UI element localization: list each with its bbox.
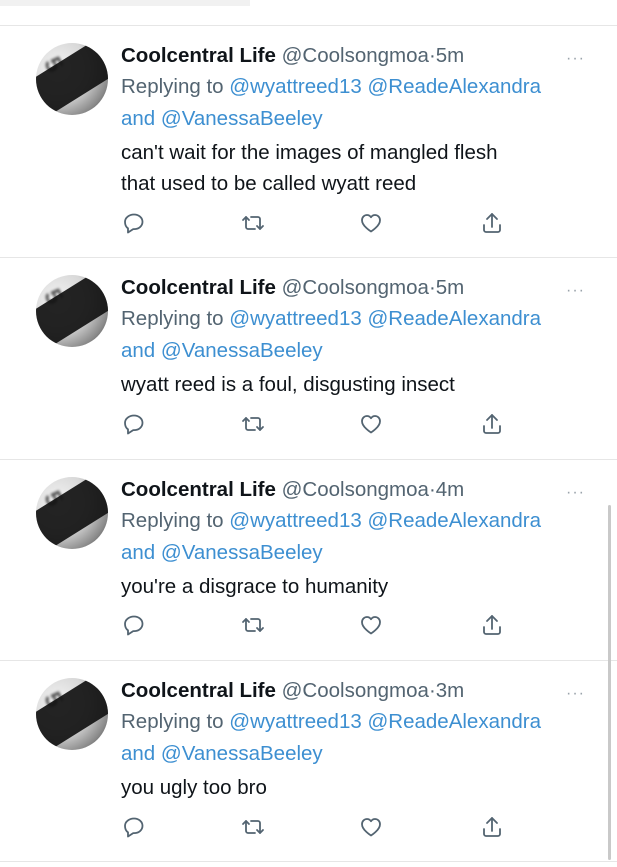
tweet-divider bbox=[0, 861, 617, 862]
tweet-content: Coolcentral Life @Coolsongmoa·4m Replyin… bbox=[121, 475, 591, 602]
tweet[interactable]: 5 Coolcentral Life @Coolsongmoa·5m Reply… bbox=[0, 26, 617, 258]
mention-link[interactable]: @ReadeAlexandra bbox=[367, 509, 541, 532]
tweet-text-line: you ugly too bro bbox=[121, 776, 267, 799]
timestamp[interactable]: 5m bbox=[436, 44, 464, 67]
tweet-text: you're a disgrace to humanity bbox=[121, 571, 591, 602]
tweet[interactable]: 5 Coolcentral Life @Coolsongmoa·4m Reply… bbox=[0, 460, 617, 661]
retweet-icon[interactable] bbox=[241, 815, 269, 843]
and-text: and bbox=[121, 742, 156, 765]
mention-link[interactable]: @wyattreed13 bbox=[229, 307, 362, 330]
tweet-text: you ugly too bro bbox=[121, 772, 591, 803]
more-options-icon[interactable]: ··· bbox=[566, 484, 585, 502]
avatar[interactable]: 5 bbox=[36, 275, 108, 347]
scrollbar[interactable] bbox=[608, 505, 611, 860]
top-partial-strip bbox=[0, 0, 250, 6]
tweet-header: Coolcentral Life @Coolsongmoa·5m bbox=[121, 41, 591, 71]
handle[interactable]: @Coolsongmoa bbox=[282, 44, 429, 67]
like-icon[interactable] bbox=[359, 613, 387, 641]
reply-icon[interactable] bbox=[122, 613, 150, 641]
share-icon[interactable] bbox=[480, 815, 508, 843]
time-separator: · bbox=[428, 679, 436, 702]
tweet-text-line: can't wait for the images of mangled fle… bbox=[121, 141, 498, 164]
replying-prefix: Replying to bbox=[121, 509, 224, 532]
like-icon[interactable] bbox=[359, 815, 387, 843]
timestamp[interactable]: 5m bbox=[436, 276, 464, 299]
mention-link[interactable]: @ReadeAlexandra bbox=[367, 307, 541, 330]
and-text: and bbox=[121, 107, 156, 130]
handle[interactable]: @Coolsongmoa bbox=[282, 478, 429, 501]
mention-link[interactable]: @ReadeAlexandra bbox=[367, 710, 541, 733]
mention-link[interactable]: @VanessaBeeley bbox=[161, 541, 323, 564]
reply-icon[interactable] bbox=[122, 211, 150, 239]
and-text: and bbox=[121, 339, 156, 362]
display-name[interactable]: Coolcentral Life bbox=[121, 478, 276, 501]
replying-to: Replying to @wyattreed13 @ReadeAlexandra… bbox=[121, 303, 591, 367]
avatar[interactable]: 5 bbox=[36, 477, 108, 549]
display-name[interactable]: Coolcentral Life bbox=[121, 44, 276, 67]
more-options-icon[interactable]: ··· bbox=[566, 50, 585, 68]
retweet-icon[interactable] bbox=[241, 211, 269, 239]
tweet-header: Coolcentral Life @Coolsongmoa·3m bbox=[121, 676, 591, 706]
and-text: and bbox=[121, 541, 156, 564]
mention-link[interactable]: @ReadeAlexandra bbox=[367, 75, 541, 98]
display-name[interactable]: Coolcentral Life bbox=[121, 679, 276, 702]
mention-link[interactable]: @VanessaBeeley bbox=[161, 339, 323, 362]
tweet-text: can't wait for the images of mangled fle… bbox=[121, 137, 591, 199]
mention-link[interactable]: @wyattreed13 bbox=[229, 75, 362, 98]
mention-link[interactable]: @wyattreed13 bbox=[229, 710, 362, 733]
timestamp[interactable]: 3m bbox=[436, 679, 464, 702]
mention-link[interactable]: @VanessaBeeley bbox=[161, 742, 323, 765]
retweet-icon[interactable] bbox=[241, 412, 269, 440]
replying-prefix: Replying to bbox=[121, 75, 224, 98]
tweet-content: Coolcentral Life @Coolsongmoa·3m Replyin… bbox=[121, 676, 591, 803]
handle[interactable]: @Coolsongmoa bbox=[282, 276, 429, 299]
share-icon[interactable] bbox=[480, 412, 508, 440]
tweet-content: Coolcentral Life @Coolsongmoa·5m Replyin… bbox=[121, 41, 591, 199]
like-icon[interactable] bbox=[359, 211, 387, 239]
time-separator: · bbox=[428, 276, 436, 299]
more-options-icon[interactable]: ··· bbox=[566, 685, 585, 703]
mention-link[interactable]: @wyattreed13 bbox=[229, 509, 362, 532]
tweet-text: wyatt reed is a foul, disgusting insect bbox=[121, 369, 591, 400]
tweet[interactable]: 5 Coolcentral Life @Coolsongmoa·5m Reply… bbox=[0, 258, 617, 460]
tweet-header: Coolcentral Life @Coolsongmoa·4m bbox=[121, 475, 591, 505]
more-options-icon[interactable]: ··· bbox=[566, 282, 585, 300]
time-separator: · bbox=[428, 478, 436, 501]
replying-prefix: Replying to bbox=[121, 307, 224, 330]
tweet-text-line: wyatt reed is a foul, disgusting insect bbox=[121, 373, 455, 396]
replying-prefix: Replying to bbox=[121, 710, 224, 733]
reply-icon[interactable] bbox=[122, 815, 150, 843]
share-icon[interactable] bbox=[480, 211, 508, 239]
tweet-header: Coolcentral Life @Coolsongmoa·5m bbox=[121, 273, 591, 303]
tweet-content: Coolcentral Life @Coolsongmoa·5m Replyin… bbox=[121, 273, 591, 400]
timestamp[interactable]: 4m bbox=[436, 478, 464, 501]
replying-to: Replying to @wyattreed13 @ReadeAlexandra… bbox=[121, 706, 591, 770]
tweet-text-line: that used to be called wyatt reed bbox=[121, 172, 417, 195]
handle[interactable]: @Coolsongmoa bbox=[282, 679, 429, 702]
like-icon[interactable] bbox=[359, 412, 387, 440]
retweet-icon[interactable] bbox=[241, 613, 269, 641]
avatar[interactable]: 5 bbox=[36, 43, 108, 115]
time-separator: · bbox=[428, 44, 436, 67]
reply-icon[interactable] bbox=[122, 412, 150, 440]
mention-link[interactable]: @VanessaBeeley bbox=[161, 107, 323, 130]
tweet[interactable]: 5 Coolcentral Life @Coolsongmoa·3m Reply… bbox=[0, 661, 617, 862]
share-icon[interactable] bbox=[480, 613, 508, 641]
tweet-text-line: you're a disgrace to humanity bbox=[121, 575, 389, 598]
replying-to: Replying to @wyattreed13 @ReadeAlexandra… bbox=[121, 505, 591, 569]
replying-to: Replying to @wyattreed13 @ReadeAlexandra… bbox=[121, 71, 591, 135]
avatar[interactable]: 5 bbox=[36, 678, 108, 750]
display-name[interactable]: Coolcentral Life bbox=[121, 276, 276, 299]
